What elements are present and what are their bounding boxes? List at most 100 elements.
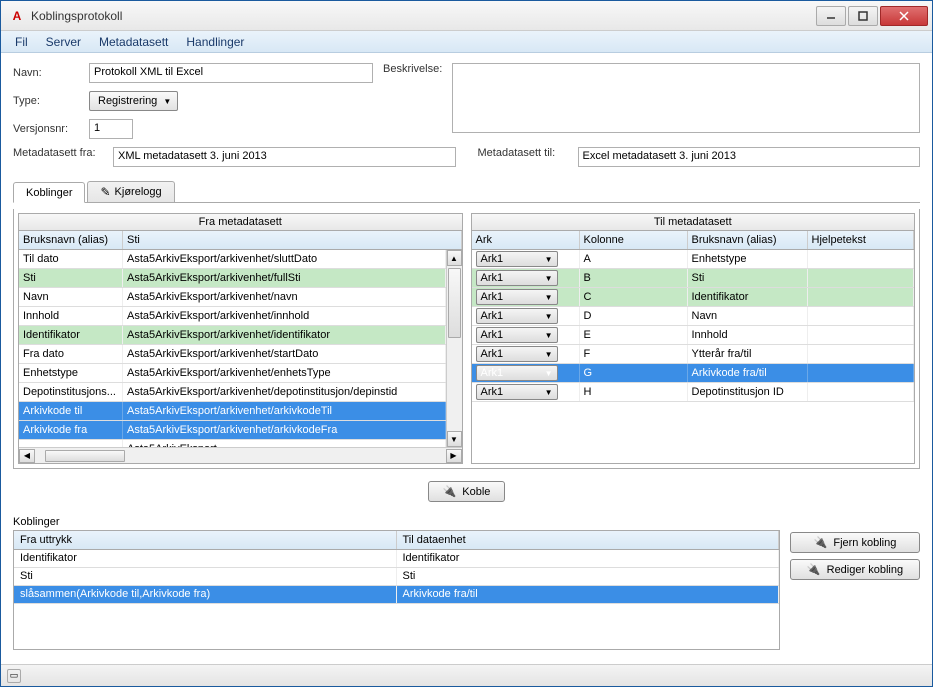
navn-label: Navn: <box>13 67 81 79</box>
til-col-kolonne[interactable]: Kolonne <box>580 231 688 249</box>
til-grid-body[interactable]: Ark1▼AEnhetstypeArk1▼BStiArk1▼CIdentifik… <box>472 250 915 463</box>
versjonsnr-field[interactable]: 1 <box>89 119 133 139</box>
koblinger-col-fra[interactable]: Fra uttrykk <box>14 531 397 549</box>
minimize-button[interactable] <box>816 6 846 26</box>
cell-kolonne: H <box>580 383 688 401</box>
table-row[interactable]: Fra datoAsta5ArkivEksport/arkivenhet/sta… <box>19 345 446 364</box>
navn-field[interactable]: Protokoll XML til Excel <box>89 63 373 83</box>
ark-dropdown[interactable]: Ark1▼ <box>476 251 558 267</box>
ark-dropdown[interactable]: Ark1▼ <box>476 346 558 362</box>
maximize-button[interactable] <box>848 6 878 26</box>
fra-vscroll[interactable]: ▲ ▼ <box>446 250 462 447</box>
fra-col-sti[interactable]: Sti <box>123 231 462 249</box>
table-row[interactable]: Ark1▼BSti <box>472 269 915 288</box>
tab-koblinger[interactable]: Koblinger <box>13 182 85 203</box>
cell-bruksnavn: Sti <box>19 269 123 287</box>
fjern-label: Fjern kobling <box>833 537 896 549</box>
table-row[interactable]: EnhetstypeAsta5ArkivEksport/arkivenhet/e… <box>19 364 446 383</box>
fra-grid-header: Bruksnavn (alias) Sti <box>19 231 462 250</box>
chevron-down-icon: ▼ <box>545 369 553 378</box>
table-row[interactable]: slåsammen(Arkivkode til,Arkivkode fra)Ar… <box>14 586 779 604</box>
cell-kolonne: G <box>580 364 688 382</box>
cell-ark: Ark1▼ <box>472 326 580 344</box>
table-row[interactable]: Ark1▼ HDepotinstitusjon ID <box>472 383 915 402</box>
cell-bruksnavn: Navn <box>688 307 808 325</box>
tab-kjorelogg[interactable]: ✎ Kjørelogg <box>87 181 174 202</box>
til-col-hjelpetekst[interactable]: Hjelpetekst <box>808 231 915 249</box>
cell-hjelpetekst <box>808 364 915 382</box>
hscroll-thumb[interactable] <box>45 450 125 462</box>
table-row[interactable]: StiAsta5ArkivEksport/arkivenhet/fullSti <box>19 269 446 288</box>
table-row[interactable]: Ark1▼AEnhetstype <box>472 250 915 269</box>
titlebar: A Koblingsprotokoll <box>1 1 932 31</box>
table-row[interactable]: Ark1▼CIdentifikator <box>472 288 915 307</box>
table-row[interactable]: StiSti <box>14 568 779 586</box>
cell-kolonne: E <box>580 326 688 344</box>
menu-metadatasett[interactable]: Metadatasett <box>91 33 176 51</box>
close-button[interactable] <box>880 6 928 26</box>
ark-dropdown[interactable]: Ark1▼ <box>476 384 558 400</box>
tab-kjorelogg-label: Kjørelogg <box>115 186 162 198</box>
table-row[interactable]: Arkivkode fraAsta5ArkivEksport/arkivenhe… <box>19 421 446 440</box>
fra-hscroll[interactable]: ◀ ▶ <box>19 447 462 463</box>
fra-panel: Fra metadatasett Bruksnavn (alias) Sti T… <box>18 213 463 464</box>
koblinger-col-til[interactable]: Til dataenhet <box>397 531 780 549</box>
table-row[interactable]: Ark1▼FYtterår fra/til <box>472 345 915 364</box>
cell-bruksnavn: Enhetstype <box>688 250 808 268</box>
til-col-ark[interactable]: Ark <box>472 231 580 249</box>
cell-bruksnavn: Depotinstitusjon ID <box>688 383 808 401</box>
unplug-icon: 🔌 <box>814 536 828 549</box>
ark-dropdown[interactable]: Ark1▼ <box>476 308 558 324</box>
scroll-left-icon[interactable]: ◀ <box>19 449 35 463</box>
table-row[interactable]: IdentifikatorAsta5ArkivEksport/arkivenhe… <box>19 326 446 345</box>
scroll-right-icon[interactable]: ▶ <box>446 449 462 463</box>
scroll-thumb[interactable] <box>448 268 461 338</box>
menu-server[interactable]: Server <box>38 33 89 51</box>
app-icon: A <box>9 8 25 24</box>
table-row[interactable]: NavnAsta5ArkivEksport/arkivenhet/navn <box>19 288 446 307</box>
window-controls <box>814 6 928 26</box>
ark-dropdown[interactable]: Ark1▼ <box>476 289 558 305</box>
koble-button[interactable]: 🔌 Koble <box>428 481 506 502</box>
cell-bruksnavn <box>19 440 123 447</box>
table-row[interactable]: IdentifikatorIdentifikator <box>14 550 779 568</box>
table-row[interactable]: Depotinstitusjons...Asta5ArkivEksport/ar… <box>19 383 446 402</box>
cell-bruksnavn: Ytterår fra/til <box>688 345 808 363</box>
cell-kolonne: C <box>580 288 688 306</box>
chevron-down-icon: ▼ <box>545 293 553 302</box>
table-row[interactable]: Arkivkode tilAsta5ArkivEksport/arkivenhe… <box>19 402 446 421</box>
ark-dropdown[interactable]: Ark1▼ <box>476 270 558 286</box>
table-row[interactable]: Asta5ArkivEksport <box>19 440 446 447</box>
til-col-bruksnavn[interactable]: Bruksnavn (alias) <box>688 231 808 249</box>
til-grid-header: Ark Kolonne Bruksnavn (alias) Hjelpeteks… <box>472 231 915 250</box>
window-title: Koblingsprotokoll <box>31 9 814 23</box>
beskrivelse-label: Beskrivelse: <box>383 63 442 75</box>
cell-sti: Asta5ArkivEksport/arkivenhet/startDato <box>123 345 446 363</box>
cell-ark: Ark1▼ <box>472 364 580 382</box>
scroll-up-icon[interactable]: ▲ <box>447 250 462 266</box>
fra-grid-body[interactable]: Til datoAsta5ArkivEksport/arkivenhet/slu… <box>19 250 446 447</box>
cell-bruksnavn: Fra dato <box>19 345 123 363</box>
tabstrip: Koblinger ✎ Kjørelogg <box>13 181 920 203</box>
type-dropdown[interactable]: Registrering ▼ <box>89 91 178 111</box>
status-icon[interactable]: ▭ <box>7 669 21 683</box>
scroll-down-icon[interactable]: ▼ <box>447 431 462 447</box>
table-row[interactable]: Ark1▼EInnhold <box>472 326 915 345</box>
table-row[interactable]: Ark1▼DNavn <box>472 307 915 326</box>
beskrivelse-field[interactable] <box>452 63 920 133</box>
menu-handlinger[interactable]: Handlinger <box>178 33 252 51</box>
menu-fil[interactable]: Fil <box>7 33 36 51</box>
ark-value: Ark1 <box>481 386 504 398</box>
fjern-kobling-button[interactable]: 🔌 Fjern kobling <box>790 532 920 553</box>
metadatasett-til-field[interactable]: Excel metadatasett 3. juni 2013 <box>578 147 921 167</box>
ark-dropdown[interactable]: Ark1▼ <box>476 365 558 381</box>
table-row[interactable]: Til datoAsta5ArkivEksport/arkivenhet/slu… <box>19 250 446 269</box>
table-row[interactable]: Ark1▼GArkivkode fra/til <box>472 364 915 383</box>
ark-dropdown[interactable]: Ark1▼ <box>476 327 558 343</box>
metadatasett-fra-field[interactable]: XML metadatasett 3. juni 2013 <box>113 147 456 167</box>
table-row[interactable]: InnholdAsta5ArkivEksport/arkivenhet/innh… <box>19 307 446 326</box>
cell-fra-uttrykk: Sti <box>14 568 397 585</box>
rediger-kobling-button[interactable]: 🔌 Rediger kobling <box>790 559 920 580</box>
koblinger-body[interactable]: IdentifikatorIdentifikatorStiStislåsamme… <box>14 550 779 604</box>
fra-col-bruksnavn[interactable]: Bruksnavn (alias) <box>19 231 123 249</box>
